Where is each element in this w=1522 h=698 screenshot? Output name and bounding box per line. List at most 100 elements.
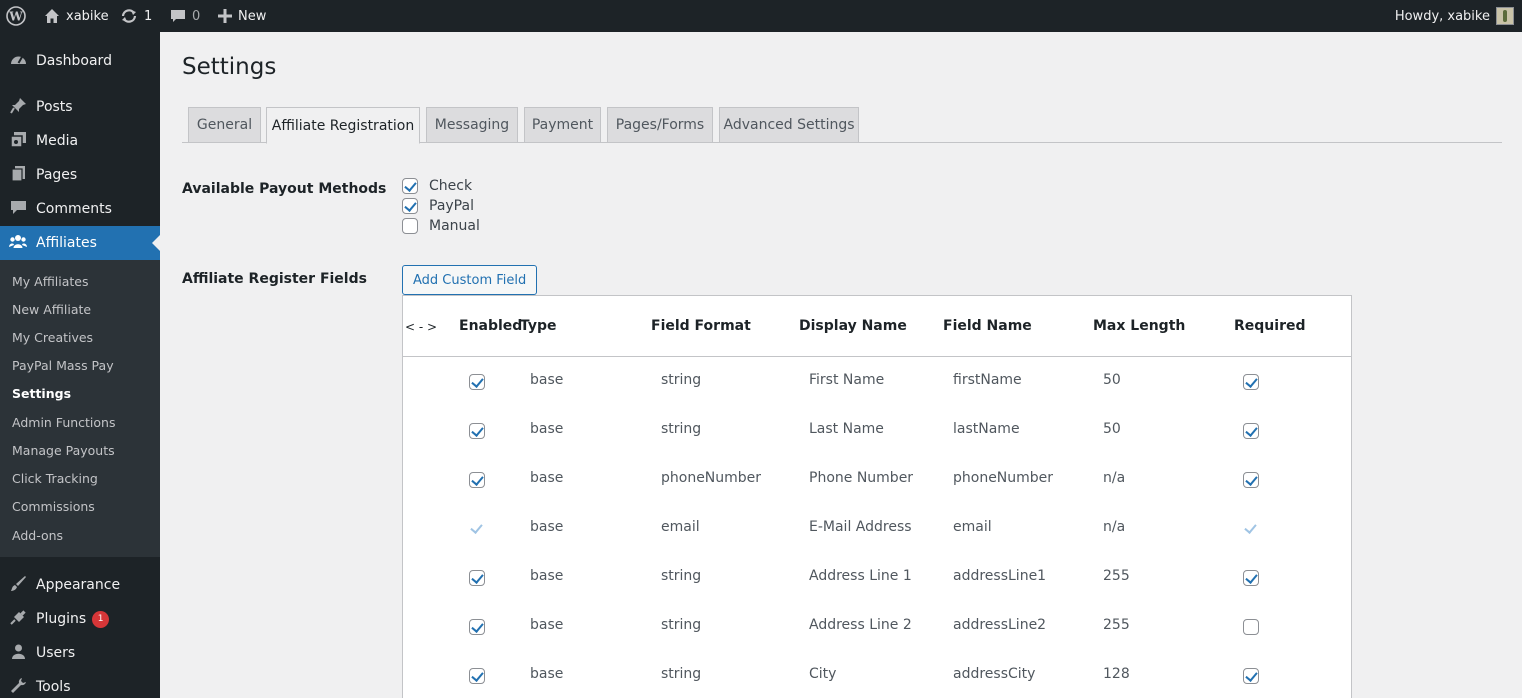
payout-option-label: Manual [429,218,480,234]
plus-icon [218,9,232,23]
cell-field-name: addressCity [953,666,1036,682]
comments-count: 0 [192,8,201,24]
required-checkbox[interactable] [1243,570,1259,586]
menu-item-tools[interactable]: Tools [0,670,160,698]
menu-item-dashboard[interactable]: Dashboard [0,44,160,78]
tab-pages-forms[interactable]: Pages/Forms [607,107,713,143]
payout-option-manual[interactable]: Manual [402,218,480,234]
submenu-new-affiliate[interactable]: New Affiliate [12,302,91,317]
cell-field-format: string [661,617,702,633]
enabled-checkbox [469,521,485,537]
brush-icon [0,575,36,596]
cell-display-name: Phone Number [809,470,914,486]
menu-item-pages[interactable]: Pages [0,158,160,192]
required-checkbox[interactable] [1243,619,1259,635]
register-fields-label: Affiliate Register Fields [182,271,367,287]
tab-advanced-settings[interactable]: Advanced Settings [719,107,859,143]
enabled-checkbox[interactable] [469,570,485,586]
menu-item-comments[interactable]: Comments [0,192,160,226]
table-row: base string Last Name lastName 50 [403,406,1351,455]
account-menu[interactable]: Howdy, xabike [1395,0,1490,32]
enabled-checkbox[interactable] [469,668,485,684]
cell-max-length: 50 [1103,421,1121,437]
menu-item-media[interactable]: Media [0,124,160,158]
submenu-settings[interactable]: Settings [12,386,71,401]
submenu-manage-payouts[interactable]: Manage Payouts [12,443,115,458]
payout-option-paypal[interactable]: PayPal [402,198,474,214]
new-label: New [238,8,267,24]
menu-item-plugins[interactable]: Plugins 1 [0,602,160,636]
site-name-link[interactable]: xabike [44,0,109,32]
checkbox-check[interactable] [402,178,418,194]
submenu-my-creatives[interactable]: My Creatives [12,330,93,345]
submenu-click-tracking[interactable]: Click Tracking [12,471,98,486]
tab-messaging[interactable]: Messaging [426,107,518,143]
required-checkbox[interactable] [1243,472,1259,488]
menu-item-users[interactable]: Users [0,636,160,670]
howdy-text: Howdy, xabike [1394,8,1490,24]
cell-max-length: 255 [1103,617,1130,633]
cell-display-name: Address Line 2 [809,617,912,633]
tab-affiliate-registration[interactable]: Affiliate Registration [266,107,420,144]
enabled-checkbox[interactable] [469,374,485,390]
enabled-checkbox[interactable] [469,423,485,439]
menu-item-posts[interactable]: Posts [0,90,160,124]
menu-label-pages: Pages [36,167,78,183]
cell-field-format: string [661,372,702,388]
users-icon [0,643,36,664]
updates-count: 1 [144,8,153,24]
site-name: xabike [66,8,109,24]
cell-field-format: string [661,666,702,682]
pin-icon [0,97,36,118]
new-content-link[interactable]: New [218,0,266,32]
table-row: base string Address Line 1 addressLine1 255 [403,553,1351,602]
menu-label-plugins: Plugins [36,611,87,627]
menu-item-appearance[interactable]: Appearance [0,568,160,602]
submenu-admin-functions[interactable]: Admin Functions [12,415,116,430]
avatar[interactable] [1496,7,1514,25]
main-content: Settings General Affiliate Registration … [160,32,1522,698]
menu-item-affiliates[interactable]: Affiliates [0,226,160,260]
submenu-my-affiliates[interactable]: My Affiliates [12,274,89,289]
payout-option-check[interactable]: Check [402,178,472,194]
cell-type: base [530,617,564,633]
menu-label-affiliates: Affiliates [36,235,97,251]
table-row: base email E-Mail Address email n/a [403,504,1351,553]
tab-payment[interactable]: Payment [524,107,601,143]
comment-icon [0,199,36,220]
table-row: base string City addressCity 128 [403,651,1351,698]
header-field-name: Field Name [943,318,1032,334]
comments-link[interactable]: 0 [170,0,200,32]
cell-field-format: email [661,519,700,535]
menu-label-posts: Posts [36,99,73,115]
menu-label-users: Users [36,645,76,661]
table-row: base string First Name firstName 50 [403,357,1351,406]
required-checkbox[interactable] [1243,668,1259,684]
updates-link[interactable]: 1 [120,0,152,32]
submenu-paypal-mass-pay[interactable]: PayPal Mass Pay [12,358,114,373]
checkbox-manual[interactable] [402,218,418,234]
cell-max-length: n/a [1103,519,1126,535]
header-display-name: Display Name [799,318,907,334]
add-custom-field-button[interactable]: Add Custom Field [402,265,538,295]
page-title: Settings [182,54,277,80]
submenu-commissions[interactable]: Commissions [12,499,95,514]
cell-type: base [530,372,564,388]
checkbox-paypal[interactable] [402,198,418,214]
cell-field-name: phoneNumber [953,470,1054,486]
required-checkbox[interactable] [1243,374,1259,390]
groups-icon [0,233,36,254]
cell-display-name: City [809,666,837,682]
submenu-add-ons[interactable]: Add-ons [12,528,63,543]
cell-type: base [530,421,564,437]
required-checkbox[interactable] [1243,423,1259,439]
payout-option-label: Check [429,178,473,194]
enabled-checkbox[interactable] [469,619,485,635]
enabled-checkbox[interactable] [469,472,485,488]
cell-type: base [530,568,564,584]
menu-label-tools: Tools [36,679,71,695]
cell-field-format: string [661,568,702,584]
wordpress-logo-icon[interactable]: W [6,0,28,32]
admin-bar: W xabike 1 0 New Howdy, xabike [0,0,1522,32]
tab-general[interactable]: General [188,107,261,143]
